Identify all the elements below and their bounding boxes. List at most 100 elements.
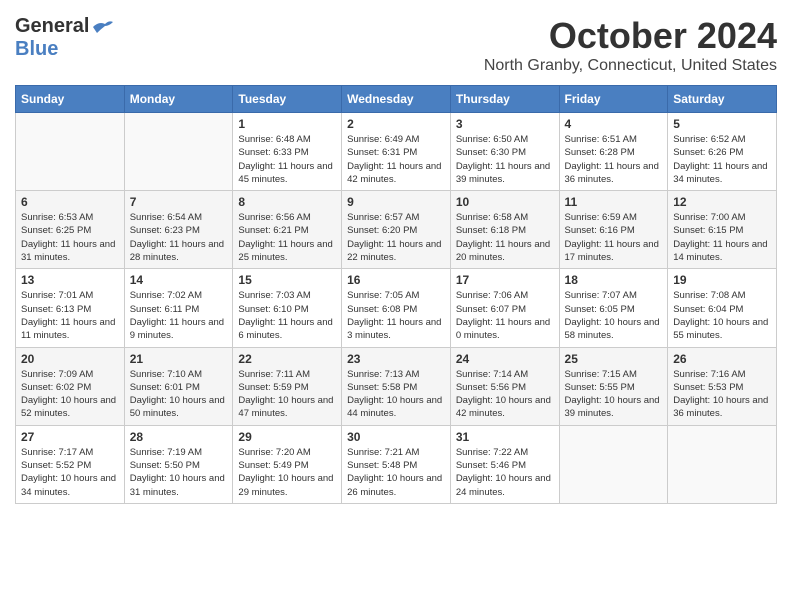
calendar-cell: 2 Sunrise: 6:49 AM Sunset: 6:31 PM Daylig… [342,113,451,191]
day-number: 23 [347,352,445,366]
day-number: 24 [456,352,554,366]
calendar-cell [668,425,777,503]
calendar-cell: 30 Sunrise: 7:21 AM Sunset: 5:48 PM Dayli… [342,425,451,503]
day-info: Sunrise: 7:22 AM Sunset: 5:46 PM Dayligh… [456,446,554,499]
calendar-cell: 29 Sunrise: 7:20 AM Sunset: 5:49 PM Dayli… [233,425,342,503]
day-info: Sunrise: 7:13 AM Sunset: 5:58 PM Dayligh… [347,368,445,421]
calendar-cell: 15Sunrise: 7:03 AM Sunset: 6:10 PM Dayli… [233,269,342,347]
calendar-table: Sunday Monday Tuesday Wednesday Thursday… [15,85,777,504]
day-number: 7 [130,195,228,209]
day-info: Sunrise: 7:05 AM Sunset: 6:08 PM Dayligh… [347,289,445,342]
day-number: 6 [21,195,119,209]
day-number: 12 [673,195,771,209]
calendar-cell: 3 Sunrise: 6:50 AM Sunset: 6:30 PM Daylig… [450,113,559,191]
calendar-cell: 4 Sunrise: 6:51 AM Sunset: 6:28 PM Daylig… [559,113,668,191]
day-info: Sunrise: 7:06 AM Sunset: 6:07 PM Dayligh… [456,289,554,342]
calendar-week-row: 1 Sunrise: 6:48 AM Sunset: 6:33 PM Daylig… [16,113,777,191]
day-number: 5 [673,117,771,131]
day-number: 3 [456,117,554,131]
calendar-cell: 26Sunrise: 7:16 AM Sunset: 5:53 PM Dayli… [668,347,777,425]
calendar-week-row: 13Sunrise: 7:01 AM Sunset: 6:13 PM Dayli… [16,269,777,347]
calendar-week-row: 20 Sunrise: 7:09 AM Sunset: 6:02 PM Dayli… [16,347,777,425]
day-info: Sunrise: 6:59 AM Sunset: 6:16 PM Dayligh… [565,211,663,264]
day-number: 9 [347,195,445,209]
calendar-cell: 16 Sunrise: 7:05 AM Sunset: 6:08 PM Dayli… [342,269,451,347]
calendar-cell: 18 Sunrise: 7:07 AM Sunset: 6:05 PM Dayli… [559,269,668,347]
calendar-cell: 22 Sunrise: 7:11 AM Sunset: 5:59 PM Dayli… [233,347,342,425]
day-info: Sunrise: 7:14 AM Sunset: 5:56 PM Dayligh… [456,368,554,421]
header-thursday: Thursday [450,86,559,113]
day-number: 29 [238,430,336,444]
day-info: Sunrise: 6:51 AM Sunset: 6:28 PM Dayligh… [565,133,663,186]
day-number: 14 [130,273,228,287]
calendar-cell: 10 Sunrise: 6:58 AM Sunset: 6:18 PM Dayli… [450,191,559,269]
calendar-cell: 14 Sunrise: 7:02 AM Sunset: 6:11 PM Dayli… [124,269,233,347]
day-number: 25 [565,352,663,366]
logo-blue: Blue [15,38,58,60]
day-number: 18 [565,273,663,287]
calendar-cell: 27Sunrise: 7:17 AM Sunset: 5:52 PM Dayli… [16,425,125,503]
day-number: 16 [347,273,445,287]
calendar-cell [124,113,233,191]
calendar-cell: 17 Sunrise: 7:06 AM Sunset: 6:07 PM Dayli… [450,269,559,347]
day-info: Sunrise: 6:48 AM Sunset: 6:33 PM Dayligh… [238,133,336,186]
header-wednesday: Wednesday [342,86,451,113]
logo: General Blue [15,15,113,61]
day-info: Sunrise: 6:50 AM Sunset: 6:30 PM Dayligh… [456,133,554,186]
day-info: Sunrise: 7:02 AM Sunset: 6:11 PM Dayligh… [130,289,228,342]
day-info: Sunrise: 6:49 AM Sunset: 6:31 PM Dayligh… [347,133,445,186]
day-info: Sunrise: 7:08 AM Sunset: 6:04 PM Dayligh… [673,289,771,342]
day-number: 20 [21,352,119,366]
calendar-cell: 12 Sunrise: 7:00 AM Sunset: 6:15 PM Dayli… [668,191,777,269]
day-number: 28 [130,430,228,444]
day-info: Sunrise: 7:21 AM Sunset: 5:48 PM Dayligh… [347,446,445,499]
calendar-cell: 5 Sunrise: 6:52 AM Sunset: 6:26 PM Daylig… [668,113,777,191]
day-info: Sunrise: 6:58 AM Sunset: 6:18 PM Dayligh… [456,211,554,264]
calendar-cell: 1 Sunrise: 6:48 AM Sunset: 6:33 PM Daylig… [233,113,342,191]
calendar-cell: 8 Sunrise: 6:56 AM Sunset: 6:21 PM Daylig… [233,191,342,269]
day-number: 10 [456,195,554,209]
day-number: 30 [347,430,445,444]
day-number: 13 [21,273,119,287]
calendar-cell: 24 Sunrise: 7:14 AM Sunset: 5:56 PM Dayli… [450,347,559,425]
day-info: Sunrise: 7:11 AM Sunset: 5:59 PM Dayligh… [238,368,336,421]
day-number: 31 [456,430,554,444]
day-number: 4 [565,117,663,131]
day-info: Sunrise: 7:09 AM Sunset: 6:02 PM Dayligh… [21,368,119,421]
calendar-cell [16,113,125,191]
calendar-cell: 7Sunrise: 6:54 AM Sunset: 6:23 PM Daylig… [124,191,233,269]
calendar-cell: 21Sunrise: 7:10 AM Sunset: 6:01 PM Dayli… [124,347,233,425]
day-info: Sunrise: 6:53 AM Sunset: 6:25 PM Dayligh… [21,211,119,264]
title-section: October 2024 North Granby, Connecticut, … [484,15,777,75]
calendar-cell: 9 Sunrise: 6:57 AM Sunset: 6:20 PM Daylig… [342,191,451,269]
day-info: Sunrise: 7:07 AM Sunset: 6:05 PM Dayligh… [565,289,663,342]
header-sunday: Sunday [16,86,125,113]
day-info: Sunrise: 6:57 AM Sunset: 6:20 PM Dayligh… [347,211,445,264]
day-number: 21 [130,352,228,366]
calendar-cell: 25 Sunrise: 7:15 AM Sunset: 5:55 PM Dayli… [559,347,668,425]
day-number: 17 [456,273,554,287]
day-number: 1 [238,117,336,131]
day-info: Sunrise: 7:00 AM Sunset: 6:15 PM Dayligh… [673,211,771,264]
calendar-cell: 31 Sunrise: 7:22 AM Sunset: 5:46 PM Dayli… [450,425,559,503]
day-number: 22 [238,352,336,366]
header-friday: Friday [559,86,668,113]
day-number: 15 [238,273,336,287]
day-number: 2 [347,117,445,131]
header-monday: Monday [124,86,233,113]
calendar-cell: 13Sunrise: 7:01 AM Sunset: 6:13 PM Dayli… [16,269,125,347]
day-number: 11 [565,195,663,209]
day-info: Sunrise: 7:20 AM Sunset: 5:49 PM Dayligh… [238,446,336,499]
logo-text: General [15,15,113,38]
day-info: Sunrise: 6:52 AM Sunset: 6:26 PM Dayligh… [673,133,771,186]
page-header: General Blue October 2024 North Granby, … [15,15,777,75]
calendar-cell: 19Sunrise: 7:08 AM Sunset: 6:04 PM Dayli… [668,269,777,347]
calendar-cell: 6 Sunrise: 6:53 AM Sunset: 6:25 PM Daylig… [16,191,125,269]
calendar-week-row: 27Sunrise: 7:17 AM Sunset: 5:52 PM Dayli… [16,425,777,503]
day-info: Sunrise: 7:15 AM Sunset: 5:55 PM Dayligh… [565,368,663,421]
calendar-header-row: Sunday Monday Tuesday Wednesday Thursday… [16,86,777,113]
calendar-cell: 11 Sunrise: 6:59 AM Sunset: 6:16 PM Dayli… [559,191,668,269]
day-info: Sunrise: 6:56 AM Sunset: 6:21 PM Dayligh… [238,211,336,264]
header-tuesday: Tuesday [233,86,342,113]
day-number: 8 [238,195,336,209]
